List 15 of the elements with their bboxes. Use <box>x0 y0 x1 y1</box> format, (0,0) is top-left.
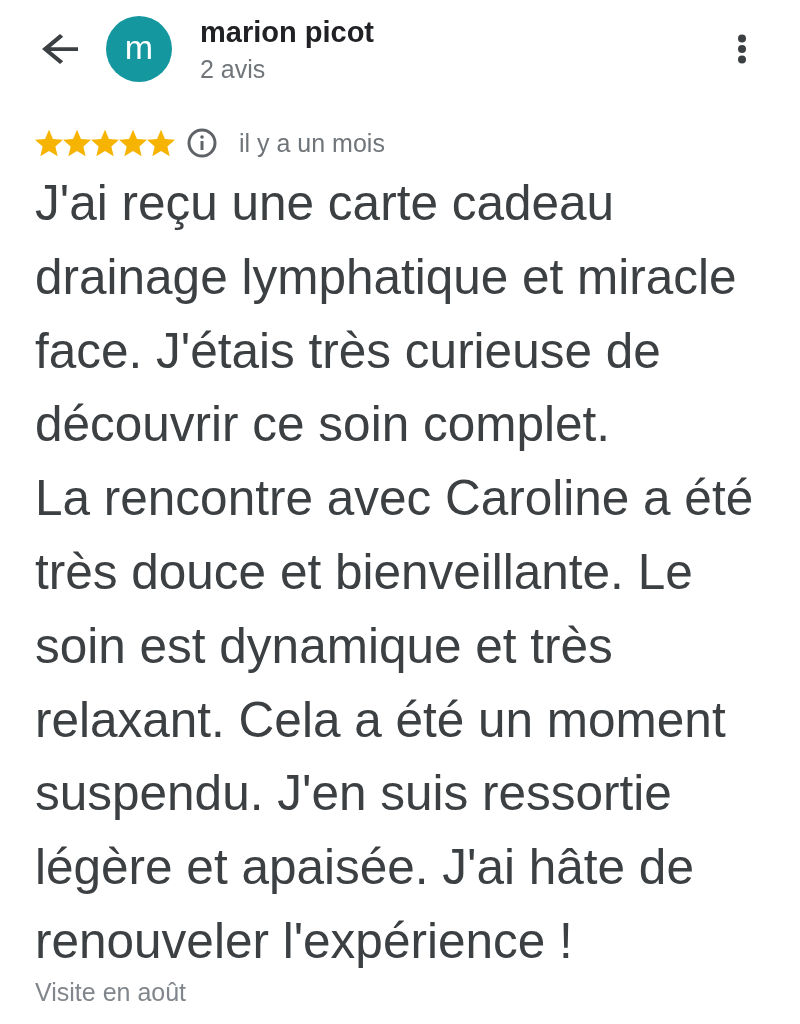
more-options-icon[interactable] <box>737 34 747 64</box>
filled-star-icon <box>35 129 63 157</box>
back-arrow-icon[interactable] <box>42 34 78 64</box>
avatar: m <box>106 16 172 82</box>
review-text: La rencontre avec Caroline a été très douce et bienveillante. Le soin est dynamique et très relaxant. Cela a été un moment suspendu. J'en suis ressortie légère et apaisée. J'ai hâte de renouveler l'expérience ! <box>35 469 755 970</box>
review-date: il y a un mois <box>239 128 385 158</box>
filled-star-icon <box>119 129 147 157</box>
filled-star-icon <box>147 129 175 157</box>
filled-star-icon <box>63 129 91 157</box>
visit-date: Visite en août <box>35 977 188 1007</box>
filled-star-icon <box>91 129 119 157</box>
review-count: 2 avis <box>200 55 267 84</box>
info-icon[interactable] <box>187 128 217 158</box>
review-text: J'ai reçu une carte cadeau drainage lymphatique et miracle face. J'étais très curieuse de découvrir ce soin complet. <box>35 174 738 454</box>
reviewer-name[interactable]: marion picot <box>200 16 737 49</box>
